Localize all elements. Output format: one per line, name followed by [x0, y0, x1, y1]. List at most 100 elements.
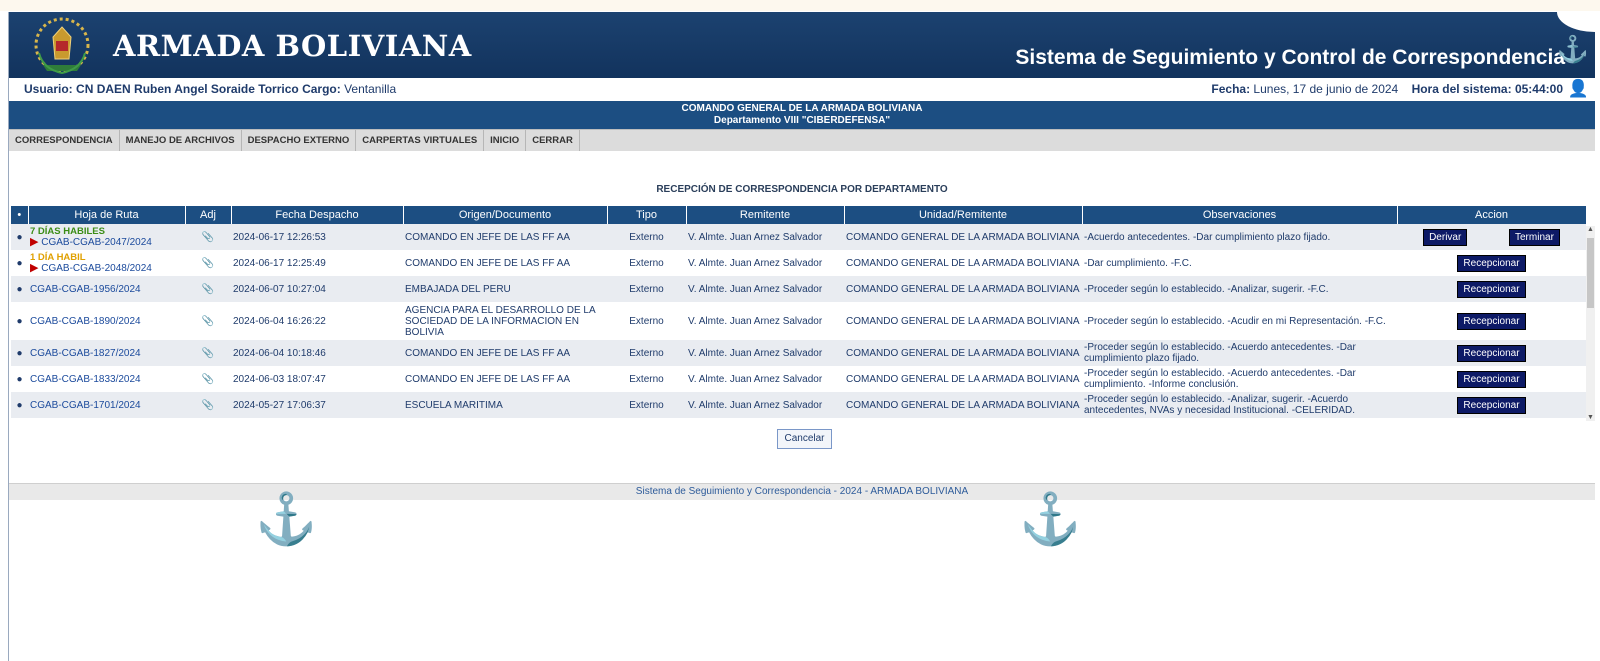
fecha-despacho-cell: 2024-06-04 16:26:22 [231, 302, 403, 340]
column-header-hoja-de-ruta[interactable]: Hoja de Ruta [28, 206, 186, 224]
unidad-cell: COMANDO GENERAL DE LA ARMADA BOLIVIANA [844, 224, 1082, 250]
origen-cell: ESCUELA MARITIMA [403, 392, 607, 418]
tab-cerrar[interactable]: CERRAR [526, 130, 580, 152]
status-dot-icon: ● [11, 302, 28, 340]
anchor-icon: ⚓ [1556, 34, 1589, 64]
status-dot-icon: ● [11, 250, 28, 276]
header-corner-curve [1557, 12, 1595, 32]
navy-emblem-icon [34, 17, 90, 75]
attachment-icon[interactable]: 📎 [185, 340, 231, 366]
column-header-observaciones[interactable]: Observaciones [1082, 206, 1398, 224]
attachment-icon[interactable]: 📎 [185, 366, 231, 392]
column-header-adj[interactable]: Adj [185, 206, 232, 224]
table-row: ● CGAB-CGAB-1701/2024 📎 2024-05-27 17:06… [11, 392, 1586, 418]
user-avatar-icon[interactable]: 👤 [1568, 79, 1589, 99]
origen-cell: COMANDO EN JEFE DE LAS FF AA [403, 224, 607, 250]
hora-label: Hora del sistema: [1411, 82, 1512, 96]
background-anchor-icon: ⚓ [255, 491, 318, 547]
fecha-despacho-cell: 2024-06-17 12:26:53 [231, 224, 403, 250]
unidad-cell: COMANDO GENERAL DE LA ARMADA BOLIVIANA [844, 366, 1082, 392]
recepcionar-button[interactable]: Recepcionar [1457, 396, 1526, 414]
hoja-de-ruta-link[interactable]: CGAB-CGAB-2048/2024 [41, 263, 152, 274]
content-panel: RECEPCIÓN DE CORRESPONDENCIA POR DEPARTA… [9, 151, 1595, 481]
observaciones-cell: -Proceder según lo establecido. -Acudir … [1082, 302, 1397, 340]
cargo-label: Cargo: [302, 82, 341, 96]
brand-title: ARMADA BOLIVIANA [113, 29, 472, 63]
hoja-de-ruta-link[interactable]: CGAB-CGAB-1833/2024 [30, 374, 141, 385]
tab-carpertas-virtuales[interactable]: CARPERTAS VIRTUALES [356, 130, 485, 152]
tipo-cell: Externo [607, 392, 686, 418]
unidad-cell: COMANDO GENERAL DE LA ARMADA BOLIVIANA [844, 250, 1082, 276]
main-menu: CORRESPONDENCIA MANEJO DE ARCHIVOS DESPA… [9, 129, 1595, 153]
unidad-cell: COMANDO GENERAL DE LA ARMADA BOLIVIANA [844, 392, 1082, 418]
browser-top-strip [0, 0, 1600, 11]
observaciones-cell: -Proceder según lo establecido. -Analiza… [1082, 392, 1397, 418]
scrollbar-thumb[interactable] [1587, 238, 1594, 308]
usuario-value: CN DAEN Ruben Angel Soraide Torrico [76, 82, 299, 96]
fecha-despacho-cell: 2024-05-27 17:06:37 [231, 392, 403, 418]
system-title: Sistema de Seguimiento y Control de Corr… [1015, 46, 1565, 69]
tipo-cell: Externo [607, 366, 686, 392]
tipo-cell: Externo [607, 224, 686, 250]
recepcionar-button[interactable]: Recepcionar [1457, 344, 1526, 362]
recepcionar-button[interactable]: Recepcionar [1457, 312, 1526, 330]
attachment-icon[interactable]: 📎 [185, 276, 231, 302]
remitente-cell: V. Almte. Juan Arnez Salvador [686, 224, 844, 250]
scroll-up-icon[interactable]: ▲ [1587, 226, 1594, 233]
table-header-row: • Hoja de Ruta Adj Fecha Despacho Origen… [11, 206, 1587, 224]
tipo-cell: Externo [607, 340, 686, 366]
deadline-badge: 1 DÍA HABIL [30, 252, 86, 263]
derivar-button[interactable]: Derivar [1423, 228, 1468, 246]
tab-correspondencia[interactable]: CORRESPONDENCIA [9, 130, 120, 152]
hoja-de-ruta-link[interactable]: CGAB-CGAB-1701/2024 [30, 400, 141, 411]
hora-value: 05:44:00 [1514, 82, 1563, 96]
section-title: RECEPCIÓN DE CORRESPONDENCIA POR DEPARTA… [656, 184, 948, 195]
fecha-despacho-cell: 2024-06-17 12:25:49 [231, 250, 403, 276]
unidad-cell: COMANDO GENERAL DE LA ARMADA BOLIVIANA [844, 276, 1082, 302]
hoja-de-ruta-link[interactable]: CGAB-CGAB-2047/2024 [41, 237, 152, 248]
recepcionar-button[interactable]: Recepcionar [1457, 280, 1526, 298]
hoja-de-ruta-cell: CGAB-CGAB-1701/2024 [28, 392, 185, 418]
column-header-unidad-remitente[interactable]: Unidad/Remitente [844, 206, 1083, 224]
column-header-origen-documento[interactable]: Origen/Documento [403, 206, 608, 224]
attachment-icon[interactable]: 📎 [185, 302, 231, 340]
column-header-remitente[interactable]: Remitente [686, 206, 845, 224]
recepcionar-button[interactable]: Recepcionar [1457, 254, 1526, 272]
tab-inicio[interactable]: INICIO [484, 130, 527, 152]
deadline-badge: 7 DÍAS HABILES [30, 226, 105, 237]
hoja-de-ruta-cell: CGAB-CGAB-1890/2024 [28, 302, 185, 340]
hoja-de-ruta-link[interactable]: CGAB-CGAB-1956/2024 [30, 284, 141, 295]
cancel-button[interactable]: Cancelar [777, 429, 832, 449]
recepcionar-button[interactable]: Recepcionar [1457, 370, 1526, 388]
column-header-fecha-despacho[interactable]: Fecha Despacho [231, 206, 404, 224]
observaciones-cell: -Proceder según lo establecido. -Acuerdo… [1082, 366, 1397, 392]
unidad-cell: COMANDO GENERAL DE LA ARMADA BOLIVIANA [844, 302, 1082, 340]
status-dot-icon: ● [11, 340, 28, 366]
table-row: ● 1 DÍA HABIL ▶ CGAB-CGAB-2048/2024 📎 20… [11, 250, 1586, 276]
attachment-icon[interactable]: 📎 [185, 250, 231, 276]
action-cell: Recepcionar [1397, 276, 1586, 302]
org-department: Departamento VIII "CIBERDEFENSA" [713, 115, 891, 126]
column-header-tipo[interactable]: Tipo [607, 206, 687, 224]
fecha-despacho-cell: 2024-06-07 10:27:04 [231, 276, 403, 302]
remitente-cell: V. Almte. Juan Arnez Salvador [686, 302, 844, 340]
tab-manejo-de-archivos[interactable]: MANEJO DE ARCHIVOS [120, 130, 242, 152]
terminar-button[interactable]: Terminar [1509, 228, 1560, 246]
hoja-de-ruta-cell: 7 DÍAS HABILES ▶ CGAB-CGAB-2047/2024 [28, 224, 185, 250]
table-scrollbar[interactable]: ▲ ▼ [1586, 226, 1595, 421]
hoja-de-ruta-link[interactable]: CGAB-CGAB-1890/2024 [30, 316, 141, 327]
table-row: ● CGAB-CGAB-1956/2024 📎 2024-06-07 10:27… [11, 276, 1586, 302]
hoja-de-ruta-cell: CGAB-CGAB-1833/2024 [28, 366, 185, 392]
hoja-de-ruta-link[interactable]: CGAB-CGAB-1827/2024 [30, 348, 141, 359]
remitente-cell: V. Almte. Juan Arnez Salvador [686, 250, 844, 276]
remitente-cell: V. Almte. Juan Arnez Salvador [686, 366, 844, 392]
attachment-icon[interactable]: 📎 [185, 392, 231, 418]
user-info: Usuario: CN DAEN Ruben Angel Soraide Tor… [24, 82, 396, 96]
origen-cell: AGENCIA PARA EL DESARROLLO DE LA SOCIEDA… [403, 302, 607, 340]
attachment-icon[interactable]: 📎 [185, 224, 231, 250]
scroll-down-icon[interactable]: ▼ [1587, 414, 1594, 421]
tab-despacho-externo[interactable]: DESPACHO EXTERNO [242, 130, 357, 152]
table-row: ● CGAB-CGAB-1890/2024 📎 2024-06-04 16:26… [11, 302, 1586, 340]
status-dot-icon: ● [11, 224, 28, 250]
hoja-de-ruta-cell: CGAB-CGAB-1827/2024 [28, 340, 185, 366]
